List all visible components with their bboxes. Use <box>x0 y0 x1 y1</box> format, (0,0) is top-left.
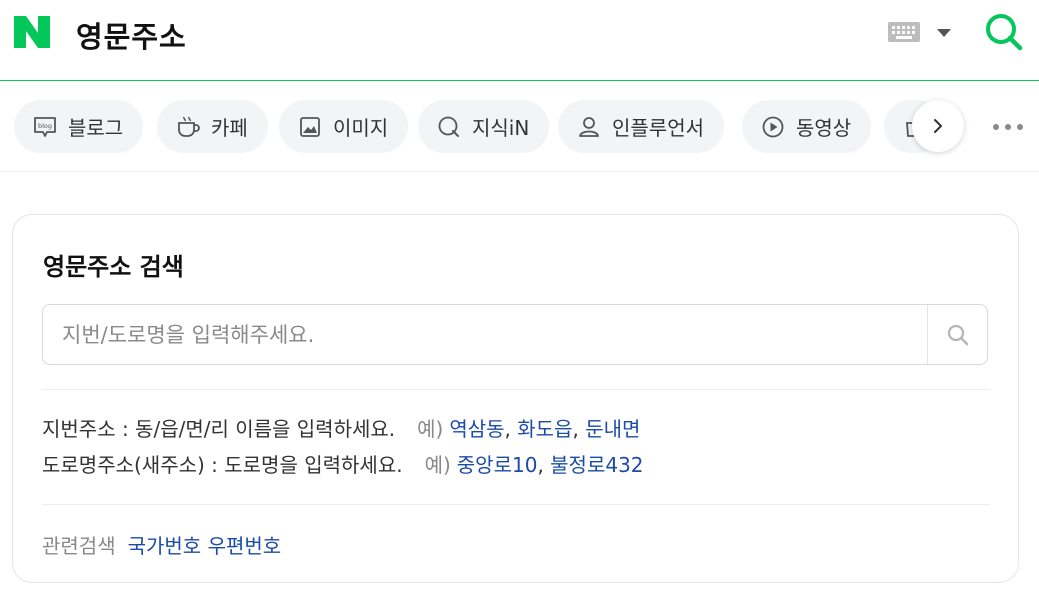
tab-label: 지식iN <box>472 116 530 140</box>
video-icon <box>762 116 784 137</box>
search-header: 영문주소 <box>0 0 1039 81</box>
tab-video[interactable]: 동영상 <box>742 100 872 153</box>
guide-road: 도로명주소(새주소) : 도로명을 입력하세요. 예) 중앙로10, 불정로432 <box>42 453 644 477</box>
divider <box>42 504 990 505</box>
example-link[interactable]: 역삼동 <box>449 417 504 441</box>
tab-label: 동영상 <box>796 116 852 140</box>
search-icon[interactable] <box>984 12 1024 52</box>
example-link[interactable]: 둔내면 <box>585 417 640 441</box>
tab-blog[interactable]: blog 블로그 <box>14 100 144 153</box>
guide-text: 도로명주소(새주소) : 도로명을 입력하세요. <box>42 453 403 477</box>
image-icon <box>300 116 320 137</box>
svg-text:blog: blog <box>38 122 52 130</box>
address-search-button[interactable] <box>928 305 988 364</box>
address-search-card: 영문주소 검색 지번주소 : 동/읍/면/리 이름을 입력하세요.예)역삼동, … <box>12 214 1019 583</box>
tab-label: 이미지 <box>333 116 389 140</box>
kin-icon <box>438 116 459 137</box>
related-link[interactable]: 우편번호 <box>208 534 282 558</box>
tab-image[interactable]: 이미지 <box>279 100 409 153</box>
guide-jibun: 지번주소 : 동/읍/면/리 이름을 입력하세요. 예) 역삼동, 화도읍, 둔내면 <box>42 417 641 441</box>
chevron-down-icon[interactable] <box>936 28 952 38</box>
tabs-next-button[interactable] <box>912 100 964 152</box>
address-search-input[interactable] <box>43 305 927 364</box>
influencer-icon <box>579 116 599 137</box>
tab-label: 인플루언서 <box>612 116 704 140</box>
search-tabs: blog 블로그 카페 이미지 지식iN 인플루언서 동영상 <box>0 82 1039 172</box>
blog-icon: blog <box>34 116 56 137</box>
naver-n-logo-icon[interactable] <box>14 16 50 48</box>
divider <box>42 389 990 390</box>
example-link[interactable]: 불정로432 <box>550 453 643 477</box>
tab-label: 카페 <box>211 116 248 140</box>
tab-label: 블로그 <box>68 116 124 140</box>
example-label: 예) <box>417 417 444 441</box>
chevron-right-icon <box>934 119 942 133</box>
example-link[interactable]: 화도읍 <box>517 417 572 441</box>
tab-kin[interactable]: 지식iN <box>418 100 550 153</box>
search-query-text[interactable]: 영문주소 <box>76 14 187 56</box>
search-icon <box>947 324 969 345</box>
card-title: 영문주소 검색 <box>43 253 184 281</box>
related-link[interactable]: 국가번호 <box>128 534 202 558</box>
related-searches: 관련검색 국가번호 우편번호 <box>42 530 281 559</box>
example-link[interactable]: 중앙로10 <box>457 453 538 477</box>
cafe-icon <box>178 116 200 137</box>
example-label: 예) <box>424 453 451 477</box>
related-label: 관련검색 <box>42 534 116 558</box>
guide-text: 지번주소 : 동/읍/면/리 이름을 입력하세요. <box>42 417 396 441</box>
more-dots-icon[interactable] <box>992 122 1024 132</box>
tab-cafe[interactable]: 카페 <box>157 100 268 153</box>
address-search-box <box>42 304 988 365</box>
keyboard-icon[interactable] <box>888 22 920 42</box>
tab-influencer[interactable]: 인플루언서 <box>558 100 724 153</box>
